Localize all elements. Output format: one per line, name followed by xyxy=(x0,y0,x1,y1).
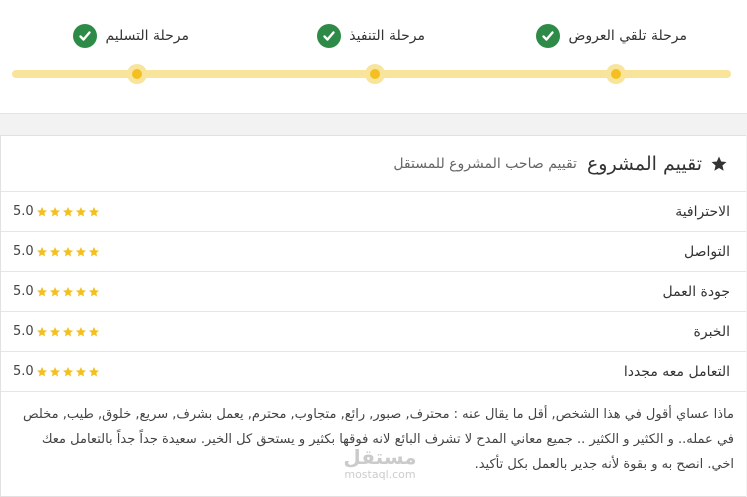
criterion-row: 5.0 الاحترافية xyxy=(1,192,746,232)
star-icon xyxy=(62,246,73,256)
criterion-label: الخبرة xyxy=(693,323,730,340)
star-icon xyxy=(62,326,73,336)
check-circle-icon xyxy=(73,24,98,48)
star-icon xyxy=(88,366,99,376)
criterion-row: 5.0 التواصل xyxy=(1,232,746,272)
star-icon xyxy=(62,286,73,296)
rating-header: تقييم المشروع تقييم صاحب المشروع للمستقل xyxy=(1,136,746,192)
stage-delivery: مرحلة التسليم xyxy=(73,22,189,50)
star-icon xyxy=(88,246,99,256)
criterion-score: 5.0 xyxy=(13,204,100,219)
score-value: 5.0 xyxy=(13,364,34,379)
stage-offers: مرحلة تلقي العروض xyxy=(536,22,687,50)
project-rating-card: تقييم المشروع تقييم صاحب المشروع للمستقل… xyxy=(0,135,746,497)
score-value: 5.0 xyxy=(13,244,34,259)
star-icon xyxy=(62,366,73,376)
star-icon xyxy=(75,246,86,256)
star-icon xyxy=(75,366,86,376)
star-icon xyxy=(49,326,60,336)
star-icon xyxy=(711,156,727,171)
star-icon xyxy=(75,286,86,296)
star-icon xyxy=(49,206,60,216)
score-value: 5.0 xyxy=(13,284,34,299)
criterion-row: 5.0 التعامل معه مجددا xyxy=(1,352,746,392)
star-icon xyxy=(36,286,47,296)
review-text: ماذا عساي أقول في هذا الشخص, أقل ما يقال… xyxy=(22,407,734,472)
criterion-score: 5.0 xyxy=(13,324,100,339)
score-value: 5.0 xyxy=(13,204,34,219)
star-rating xyxy=(36,326,100,338)
star-icon xyxy=(49,286,60,296)
star-rating xyxy=(36,366,100,378)
star-icon xyxy=(62,206,73,216)
criterion-label: التعامل معه مجددا xyxy=(623,363,730,380)
star-icon xyxy=(88,206,99,216)
score-value: 5.0 xyxy=(13,324,34,339)
stage-label: مرحلة تلقي العروض xyxy=(568,28,687,44)
star-icon xyxy=(75,326,86,336)
star-icon xyxy=(36,366,47,376)
criterion-row: 5.0 جودة العمل xyxy=(1,272,746,312)
progress-stages: مرحلة تلقي العروض مرحلة التنفيذ مرحلة ال… xyxy=(0,0,747,114)
progress-dot xyxy=(606,64,626,84)
stage-label: مرحلة التسليم xyxy=(105,28,189,44)
criterion-score: 5.0 xyxy=(13,244,100,259)
criterion-row: 5.0 الخبرة xyxy=(1,312,746,352)
check-circle-icon xyxy=(317,24,342,48)
progress-dot xyxy=(127,64,147,84)
star-icon xyxy=(36,246,47,256)
rating-title: تقييم المشروع xyxy=(586,152,702,175)
star-icon xyxy=(36,326,47,336)
progress-dot xyxy=(365,64,385,84)
star-icon xyxy=(49,366,60,376)
star-icon xyxy=(88,326,99,336)
criterion-score: 5.0 xyxy=(13,364,100,379)
criterion-label: جودة العمل xyxy=(662,283,730,300)
star-rating xyxy=(36,286,100,298)
star-icon xyxy=(75,206,86,216)
star-rating xyxy=(36,246,100,258)
star-icon xyxy=(88,286,99,296)
check-circle-icon xyxy=(536,24,561,48)
star-rating xyxy=(36,206,100,218)
stage-execution: مرحلة التنفيذ xyxy=(317,22,425,50)
star-icon xyxy=(36,206,47,216)
criterion-score: 5.0 xyxy=(13,284,100,299)
stage-label: مرحلة التنفيذ xyxy=(349,28,425,44)
criterion-label: الاحترافية xyxy=(675,203,730,220)
rating-subtitle: تقييم صاحب المشروع للمستقل xyxy=(393,155,577,172)
criterion-label: التواصل xyxy=(684,243,730,260)
star-icon xyxy=(49,246,60,256)
